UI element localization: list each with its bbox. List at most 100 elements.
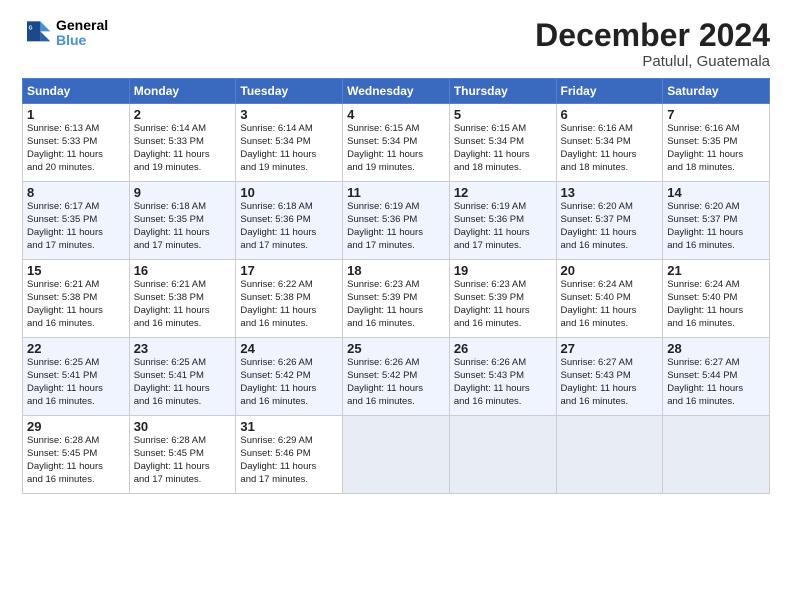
cell-line: Sunset: 5:34 PM [561,136,659,149]
cell-line: Sunset: 5:42 PM [240,370,338,383]
subtitle: Patulul, Guatemala [535,53,770,70]
cell-line: and 16 minutes. [27,318,125,331]
day-number: 1 [27,107,125,122]
day-number: 25 [347,341,445,356]
calendar-header-row: SundayMondayTuesdayWednesdayThursdayFrid… [23,79,770,104]
header-cell-monday: Monday [129,79,236,104]
week-row-2: 8Sunrise: 6:17 AMSunset: 5:35 PMDaylight… [23,182,770,260]
cell-line: Daylight: 11 hours [667,227,765,240]
cell-line: Sunrise: 6:23 AM [347,279,445,292]
cell-line: Daylight: 11 hours [347,305,445,318]
cell-line: and 16 minutes. [27,474,125,487]
calendar-cell: 20Sunrise: 6:24 AMSunset: 5:40 PMDayligh… [556,260,663,338]
header-cell-thursday: Thursday [449,79,556,104]
calendar-cell: 28Sunrise: 6:27 AMSunset: 5:44 PMDayligh… [663,338,770,416]
cell-line: Sunrise: 6:15 AM [347,123,445,136]
cell-line: Daylight: 11 hours [667,383,765,396]
header-cell-saturday: Saturday [663,79,770,104]
cell-line: Daylight: 11 hours [347,149,445,162]
cell-line: and 17 minutes. [134,474,232,487]
cell-line: and 16 minutes. [454,318,552,331]
cell-line: and 16 minutes. [347,318,445,331]
calendar-cell: 1Sunrise: 6:13 AMSunset: 5:33 PMDaylight… [23,104,130,182]
cell-line: Daylight: 11 hours [134,383,232,396]
calendar-cell: 22Sunrise: 6:25 AMSunset: 5:41 PMDayligh… [23,338,130,416]
calendar-cell: 5Sunrise: 6:15 AMSunset: 5:34 PMDaylight… [449,104,556,182]
calendar-cell: 4Sunrise: 6:15 AMSunset: 5:34 PMDaylight… [343,104,450,182]
cell-line: Daylight: 11 hours [27,149,125,162]
cell-line: Sunset: 5:41 PM [134,370,232,383]
day-number: 7 [667,107,765,122]
cell-line: Sunrise: 6:29 AM [240,435,338,448]
day-number: 4 [347,107,445,122]
cell-line: Sunrise: 6:19 AM [454,201,552,214]
cell-line: Sunrise: 6:26 AM [454,357,552,370]
cell-line: Daylight: 11 hours [454,305,552,318]
cell-line: Daylight: 11 hours [561,305,659,318]
calendar-cell: 29Sunrise: 6:28 AMSunset: 5:45 PMDayligh… [23,416,130,494]
cell-line: and 16 minutes. [240,396,338,409]
calendar-cell: 17Sunrise: 6:22 AMSunset: 5:38 PMDayligh… [236,260,343,338]
calendar-cell: 13Sunrise: 6:20 AMSunset: 5:37 PMDayligh… [556,182,663,260]
cell-line: Sunrise: 6:26 AM [347,357,445,370]
cell-line: Sunrise: 6:25 AM [134,357,232,370]
cell-line: Daylight: 11 hours [454,383,552,396]
header-cell-sunday: Sunday [23,79,130,104]
svg-text:G: G [29,26,33,32]
calendar-cell: 11Sunrise: 6:19 AMSunset: 5:36 PMDayligh… [343,182,450,260]
day-number: 13 [561,185,659,200]
cell-line: Sunset: 5:40 PM [667,292,765,305]
calendar-cell: 8Sunrise: 6:17 AMSunset: 5:35 PMDaylight… [23,182,130,260]
cell-line: Daylight: 11 hours [240,383,338,396]
cell-line: Sunset: 5:46 PM [240,448,338,461]
cell-line: Daylight: 11 hours [27,461,125,474]
day-number: 9 [134,185,232,200]
cell-line: Daylight: 11 hours [134,149,232,162]
cell-line: Sunrise: 6:18 AM [134,201,232,214]
calendar-cell: 16Sunrise: 6:21 AMSunset: 5:38 PMDayligh… [129,260,236,338]
day-number: 22 [27,341,125,356]
day-number: 24 [240,341,338,356]
cell-line: Sunset: 5:39 PM [454,292,552,305]
cell-line: Sunset: 5:42 PM [347,370,445,383]
cell-line: Sunrise: 6:14 AM [240,123,338,136]
cell-line: Sunrise: 6:20 AM [561,201,659,214]
calendar-cell: 7Sunrise: 6:16 AMSunset: 5:35 PMDaylight… [663,104,770,182]
cell-line: Sunset: 5:43 PM [454,370,552,383]
logo-icon: G [22,18,52,48]
calendar-cell: 9Sunrise: 6:18 AMSunset: 5:35 PMDaylight… [129,182,236,260]
day-number: 21 [667,263,765,278]
day-number: 31 [240,419,338,434]
cell-line: Sunset: 5:41 PM [27,370,125,383]
header-row: G General Blue December 2024 Patulul, Gu… [22,18,770,70]
cell-line: Sunset: 5:36 PM [347,214,445,227]
day-number: 10 [240,185,338,200]
cell-line: Daylight: 11 hours [240,305,338,318]
cell-line: and 16 minutes. [134,318,232,331]
cell-line: Sunrise: 6:24 AM [561,279,659,292]
calendar-cell: 23Sunrise: 6:25 AMSunset: 5:41 PMDayligh… [129,338,236,416]
calendar-cell: 31Sunrise: 6:29 AMSunset: 5:46 PMDayligh… [236,416,343,494]
day-number: 16 [134,263,232,278]
cell-line: Sunrise: 6:18 AM [240,201,338,214]
cell-line: Sunrise: 6:23 AM [454,279,552,292]
calendar-cell [663,416,770,494]
cell-line: Daylight: 11 hours [347,227,445,240]
cell-line: Sunset: 5:34 PM [240,136,338,149]
cell-line: Daylight: 11 hours [667,149,765,162]
week-row-4: 22Sunrise: 6:25 AMSunset: 5:41 PMDayligh… [23,338,770,416]
cell-line: Sunset: 5:40 PM [561,292,659,305]
cell-line: Sunset: 5:45 PM [134,448,232,461]
cell-line: Sunrise: 6:17 AM [27,201,125,214]
cell-line: Sunrise: 6:28 AM [27,435,125,448]
logo-line1: General [56,18,108,33]
cell-line: Sunrise: 6:19 AM [347,201,445,214]
day-number: 18 [347,263,445,278]
calendar-cell: 21Sunrise: 6:24 AMSunset: 5:40 PMDayligh… [663,260,770,338]
cell-line: Sunrise: 6:21 AM [27,279,125,292]
calendar-cell: 30Sunrise: 6:28 AMSunset: 5:45 PMDayligh… [129,416,236,494]
cell-line: Sunset: 5:38 PM [240,292,338,305]
cell-line: and 16 minutes. [134,396,232,409]
logo: G General Blue [22,18,108,49]
cell-line: Daylight: 11 hours [27,305,125,318]
